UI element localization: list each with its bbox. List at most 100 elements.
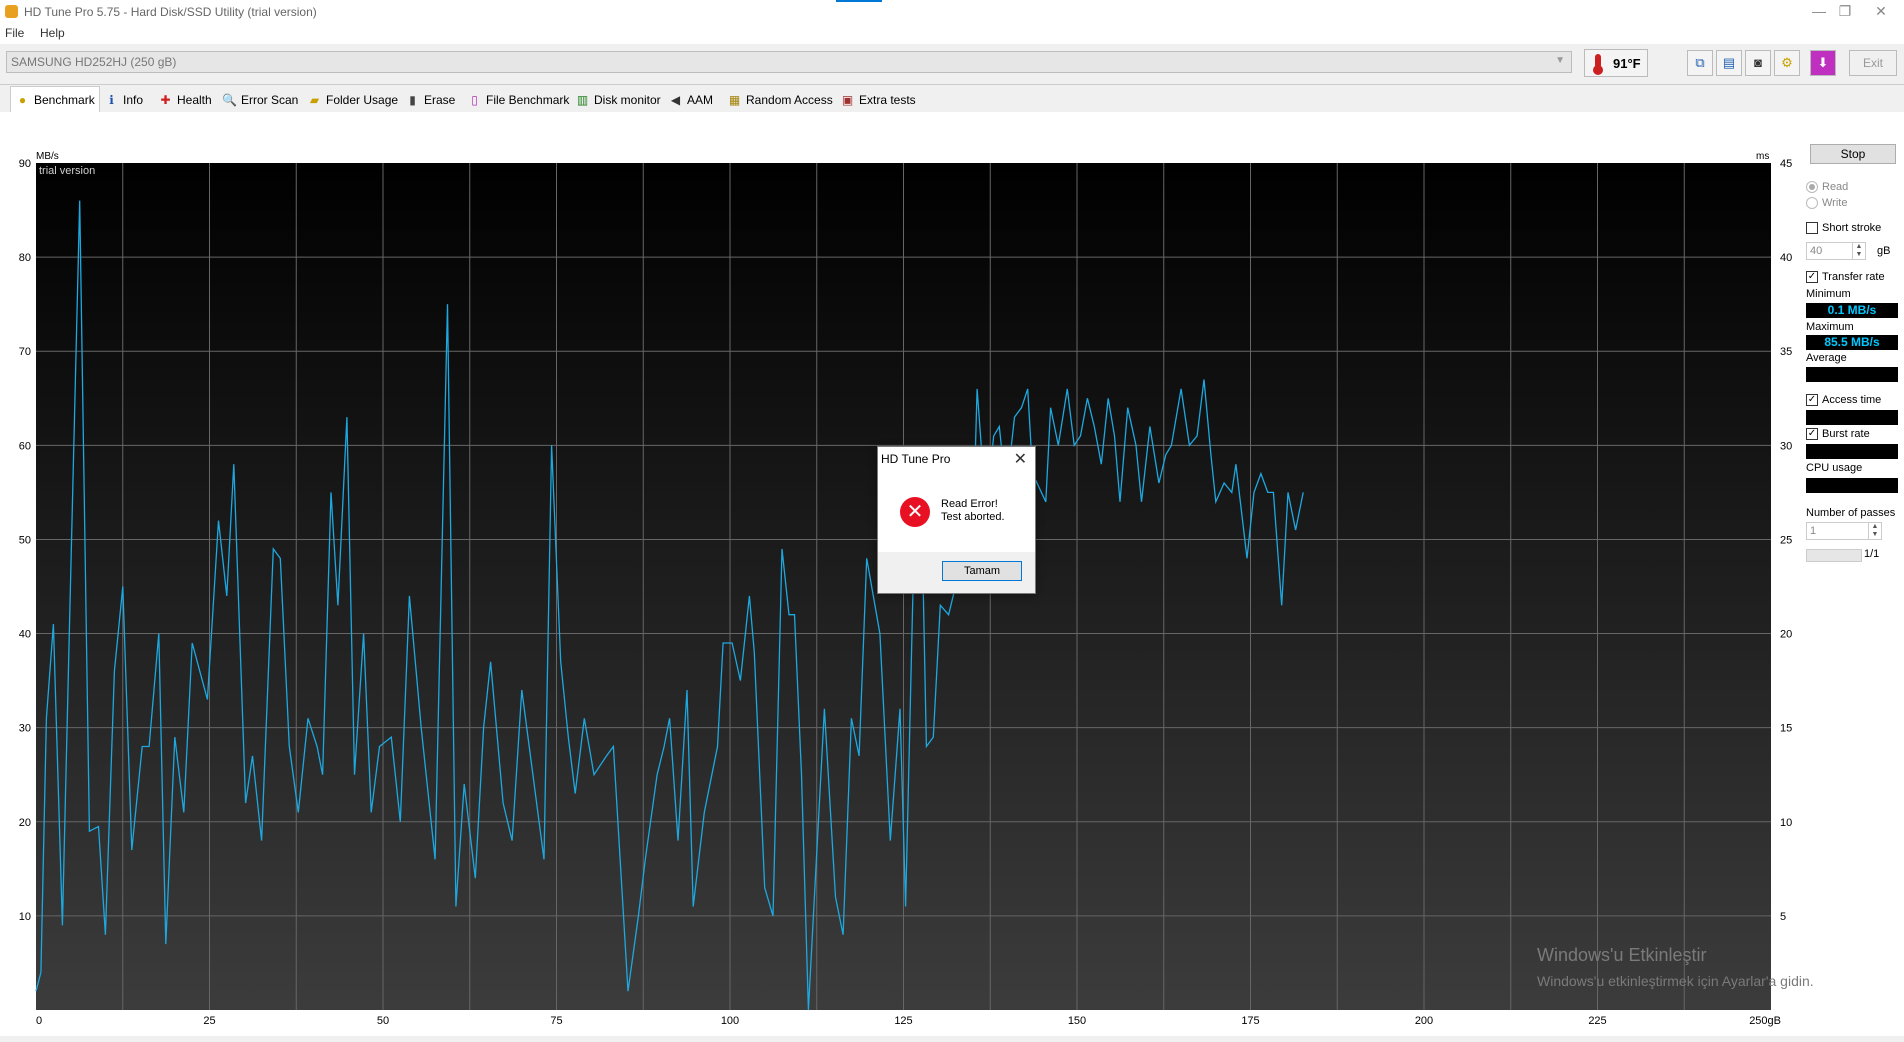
y-right-tick-label: 25 (1780, 534, 1792, 546)
cpu-usage-label: CPU usage (1806, 462, 1863, 474)
copy-icon: ⧉ (1695, 55, 1705, 70)
burst-rate-label: Burst rate (1822, 428, 1870, 440)
tab-info[interactable]: ℹ Info (104, 89, 143, 111)
copy-text-button[interactable]: ▤ (1716, 50, 1742, 76)
menu-help[interactable]: Help (40, 26, 65, 40)
y-tick-label: 90 (19, 158, 31, 170)
toolbar: SAMSUNG HD252HJ (250 gB) ▼ 91°F ⧉ ▤ ◙ ⚙ … (0, 44, 1904, 85)
spinner-arrows-icon[interactable]: ▲ ▼ (1852, 243, 1865, 259)
access-time-value (1806, 410, 1898, 425)
app-icon (5, 5, 18, 18)
tab-label: Disk monitor (594, 93, 661, 107)
passes-input[interactable]: 1 ▲ ▼ (1806, 522, 1882, 540)
download-icon: ⬇ (1817, 55, 1829, 70)
focus-indicator (836, 0, 882, 2)
window-title: HD Tune Pro 5.75 - Hard Disk/SSD Utility… (24, 5, 317, 19)
stop-button[interactable]: Stop (1810, 144, 1896, 164)
tab-label: Error Scan (241, 93, 299, 107)
random-access-icon: ▦ (728, 93, 741, 107)
info-icon: ℹ (109, 93, 114, 107)
options-button[interactable]: ⚙ (1774, 50, 1800, 76)
extra-tests-icon: ▣ (841, 93, 854, 107)
y-tick-label: 50 (19, 534, 31, 546)
transfer-rate-label: Transfer rate (1822, 271, 1885, 283)
short-stroke-input[interactable]: 40 ▲ ▼ (1806, 242, 1866, 260)
y-right-tick-label: 10 (1780, 817, 1792, 829)
x-tick-label: 150 (1068, 1015, 1086, 1027)
error-icon: ✕ (900, 497, 930, 527)
y-right-tick-label: 15 (1780, 723, 1792, 735)
transfer-rate-checkbox[interactable]: ✓ (1806, 271, 1818, 283)
access-time-checkbox[interactable]: ✓ (1806, 394, 1818, 406)
read-label: Read (1822, 181, 1849, 193)
maximum-label: Maximum (1806, 321, 1854, 333)
tab-file-benchmark[interactable]: ▯ File Benchmark (467, 89, 569, 111)
close-button[interactable]: ✕ (1858, 0, 1904, 24)
menu-bar: File Help (0, 24, 1904, 44)
tab-benchmark[interactable]: ● Benchmark (10, 86, 100, 113)
x-tick-label: 0 (36, 1015, 42, 1027)
tab-bar: ● Benchmark ℹ Info ✚ Health 🔍 Error Scan ▰ Fo… (0, 86, 1904, 113)
tab-disk-monitor[interactable]: ▥ Disk monitor (575, 89, 661, 111)
short-stroke-checkbox[interactable] (1806, 222, 1818, 234)
short-stroke-value: 40 (1810, 245, 1823, 257)
read-radio[interactable] (1806, 181, 1818, 193)
write-radio[interactable] (1806, 197, 1818, 209)
benchmark-icon: ● (18, 93, 27, 107)
tab-aam[interactable]: ◀ AAM (668, 89, 713, 111)
passes-label: Number of passes (1806, 507, 1896, 519)
save-button[interactable]: ⬇ (1810, 50, 1836, 76)
average-label: Average (1806, 352, 1847, 364)
sidebar: Stop Read Write Short stroke 40 ▲ ▼ gB ✓ T… (1800, 112, 1904, 1039)
y-right-tick-label: 5 (1780, 911, 1786, 923)
y-right-tick-label: 40 (1780, 252, 1792, 264)
y-right-tick-label: 45 (1780, 158, 1792, 170)
y-right-tick-label: 35 (1780, 346, 1792, 358)
tab-label: Health (177, 93, 212, 107)
x-tick-label: 75 (550, 1015, 562, 1027)
x-tick-label: 175 (1241, 1015, 1259, 1027)
dialog-title: HD Tune Pro (881, 452, 951, 466)
tab-label: Random Access (746, 93, 833, 107)
minimum-label: Minimum (1806, 288, 1851, 300)
y-tick-label: 30 (19, 723, 31, 735)
y-axis-label: MB/s (36, 151, 59, 162)
copy-info-button[interactable]: ⧉ (1687, 50, 1713, 76)
folder-icon: ▰ (309, 93, 320, 107)
passes-value: 1 (1810, 525, 1817, 537)
write-label: Write (1822, 197, 1848, 209)
spinner-arrows-icon[interactable]: ▲ ▼ (1868, 523, 1881, 539)
activation-title: Windows'u Etkinleştir (1537, 945, 1707, 965)
minimum-value: 0.1 MB/s (1806, 303, 1898, 318)
tab-erase[interactable]: ▮ Erase (405, 89, 455, 111)
thermometer-bulb (1593, 65, 1603, 75)
burst-rate-value (1806, 444, 1898, 459)
short-stroke-label: Short stroke (1822, 222, 1882, 234)
x-tick-label: 50 (377, 1015, 389, 1027)
menu-file[interactable]: File (5, 26, 24, 40)
erase-icon: ▮ (409, 93, 416, 107)
dialog-close-icon[interactable]: ✕ (1014, 449, 1027, 469)
tab-random-access[interactable]: ▦ Random Access (727, 89, 833, 111)
average-value (1806, 367, 1898, 382)
pass-progress-bar (1806, 549, 1862, 562)
temperature-display: 91°F (1584, 49, 1648, 77)
health-icon: ✚ (160, 93, 171, 107)
tab-folder-usage[interactable]: ▰ Folder Usage (307, 89, 398, 111)
exit-button[interactable]: Exit (1849, 50, 1897, 76)
dialog-message-line1: Read Error! (941, 498, 998, 510)
tab-error-scan[interactable]: 🔍 Error Scan (222, 89, 298, 111)
ok-button[interactable]: Tamam (942, 561, 1022, 581)
activation-subtitle: Windows'u etkinleştirmek için Ayarlar'a … (1537, 973, 1814, 989)
x-tick-label: 250gB (1749, 1015, 1781, 1027)
tab-label: File Benchmark (486, 93, 570, 107)
burst-rate-checkbox[interactable]: ✓ (1806, 428, 1818, 440)
tab-health[interactable]: ✚ Health (158, 89, 212, 111)
chevron-down-icon: ▼ (1555, 55, 1565, 66)
screenshot-button[interactable]: ◙ (1745, 50, 1771, 76)
drive-select[interactable]: SAMSUNG HD252HJ (250 gB) ▼ (6, 51, 1572, 73)
y-right-axis-label: ms (1756, 151, 1769, 162)
drive-select-value: SAMSUNG HD252HJ (250 gB) (11, 55, 177, 69)
tab-extra-tests[interactable]: ▣ Extra tests (840, 89, 916, 111)
clipboard-icon: ▤ (1722, 55, 1736, 70)
